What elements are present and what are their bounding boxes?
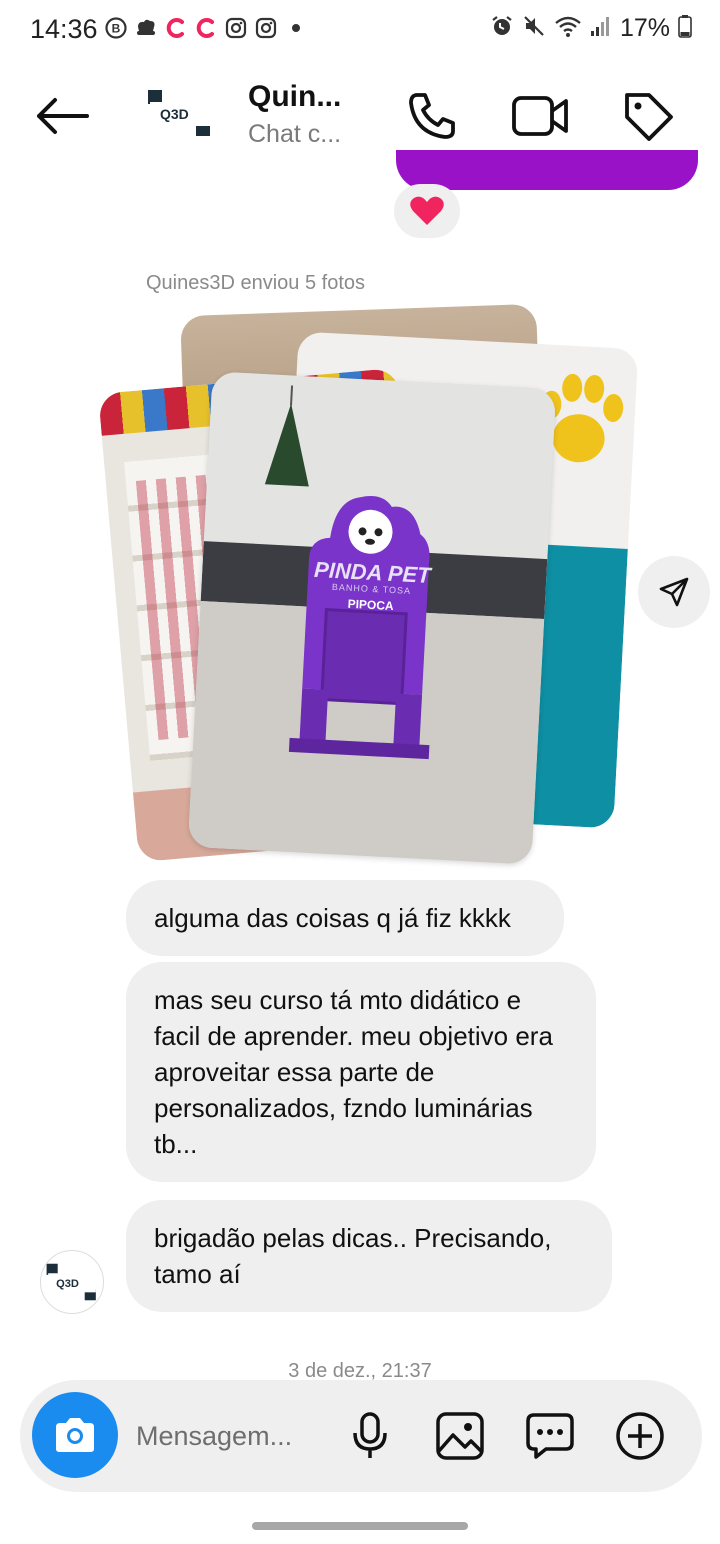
avatar-logo-text: Q3D (56, 1278, 79, 1290)
system-status: 17% (490, 14, 692, 43)
message-text: alguma das coisas q já fiz kkkk (154, 903, 511, 933)
notification-icons: B (104, 16, 308, 40)
signal-icon (590, 14, 612, 43)
home-indicator[interactable] (252, 1522, 468, 1530)
svg-text:B: B (112, 22, 121, 36)
dot-icon (284, 16, 308, 40)
camera-icon (56, 1418, 94, 1452)
status-time: 14:36 (30, 14, 98, 44)
received-message[interactable]: mas seu curso tá mto didático e facil de… (126, 962, 596, 1182)
message-text: mas seu curso tá mto didático e facil de… (154, 985, 553, 1159)
back-arrow-icon (37, 98, 89, 134)
message-composer (20, 1380, 702, 1492)
c-icon (194, 16, 218, 40)
chef-hat-icon (134, 16, 158, 40)
camera-button[interactable] (32, 1392, 118, 1478)
avatar-logo-text: Q3D (160, 106, 189, 122)
voice-message-button[interactable] (342, 1408, 398, 1464)
share-button[interactable] (638, 556, 710, 628)
battery-percent: 17% (619, 14, 670, 42)
tag-button[interactable] (616, 84, 680, 148)
back-button[interactable] (30, 84, 94, 148)
more-options-button[interactable] (612, 1408, 668, 1464)
reaction-badge[interactable] (394, 184, 460, 238)
sender-avatar[interactable]: Q3D (40, 1250, 104, 1314)
b-icon: B (104, 16, 128, 40)
pinda-pet-sign (288, 496, 430, 760)
instagram-icon (254, 16, 278, 40)
heart-icon (410, 196, 444, 225)
c-icon (164, 16, 188, 40)
phone-icon (409, 93, 455, 139)
message-input[interactable] (136, 1416, 336, 1456)
send-icon (659, 577, 689, 607)
sent-message-bubble[interactable] (396, 150, 698, 190)
sticker-chat-icon (526, 1413, 574, 1459)
call-button[interactable] (400, 84, 464, 148)
video-camera-icon (512, 96, 568, 136)
photo-stack[interactable]: PINDA PET BANHO & TOSA PIPOCA (98, 300, 660, 880)
received-message[interactable]: alguma das coisas q já fiz kkkk (126, 880, 564, 956)
photo-card-front[interactable]: PINDA PET BANHO & TOSA PIPOCA (187, 371, 557, 865)
contact-name[interactable]: Quin... (248, 80, 341, 114)
gallery-button[interactable] (432, 1408, 488, 1464)
wifi-icon (554, 14, 582, 43)
add-icon (616, 1412, 664, 1460)
mute-icon (522, 14, 546, 43)
video-call-button[interactable] (508, 84, 572, 148)
contact-subtitle[interactable]: Chat c... (248, 120, 341, 149)
contact-avatar[interactable]: Q3D (146, 88, 214, 138)
status-bar: 14:36 B 17% (0, 0, 720, 62)
tag-icon (625, 93, 673, 141)
image-icon (436, 1412, 484, 1460)
received-message[interactable]: brigadão pelas dicas.. Precisando, tamo … (126, 1200, 612, 1312)
message-text: brigadão pelas dicas.. Precisando, tamo … (154, 1223, 552, 1289)
sticker-button[interactable] (522, 1408, 578, 1464)
instagram-icon (224, 16, 248, 40)
battery-icon (678, 14, 692, 43)
photos-sent-label: Quines3D enviou 5 fotos (146, 272, 366, 294)
microphone-icon (353, 1412, 387, 1458)
christmas-tree-icon (264, 385, 309, 487)
alarm-icon (490, 14, 514, 43)
